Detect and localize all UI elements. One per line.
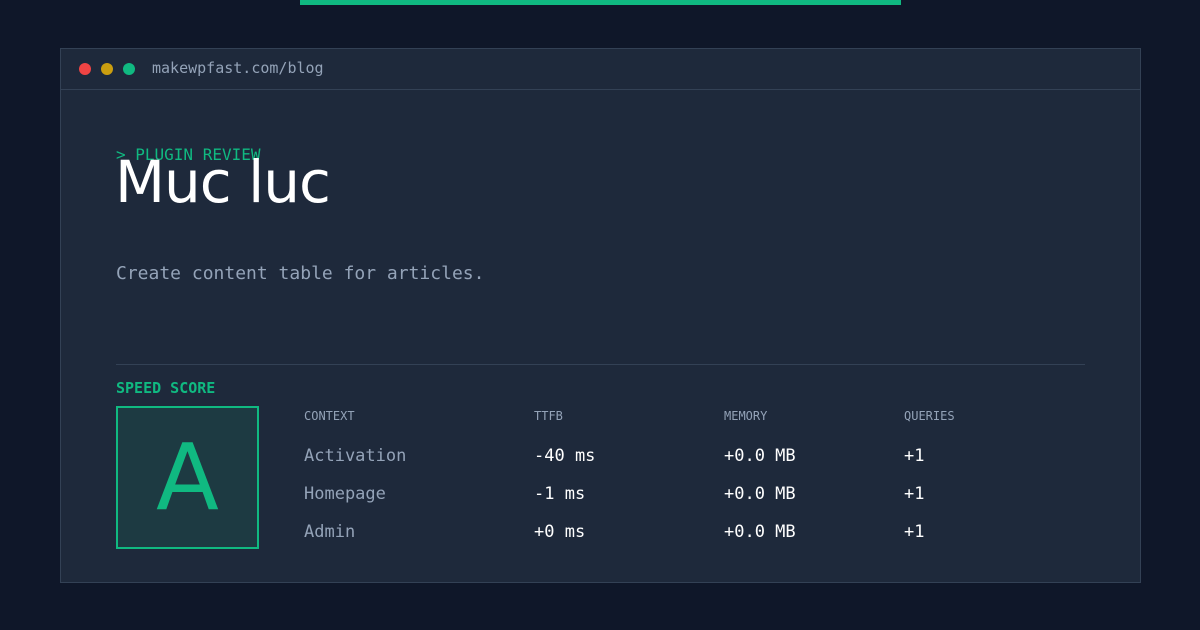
row-queries-cell: +1 (904, 484, 925, 504)
row-ttfb-cell: -1 ms (534, 484, 586, 504)
row-context-cell: Admin (304, 522, 356, 542)
row-ttfb-cell: -40 ms (534, 446, 596, 466)
section-divider (116, 364, 1085, 365)
column-header-queries: QUERIES (904, 409, 955, 423)
row-memory-cell: +0.0 MB (724, 522, 796, 542)
row-queries-cell: +1 (904, 522, 925, 542)
address-url: makewpfast.com/blog (152, 59, 324, 77)
maximize-dot-icon (123, 63, 135, 75)
row-ttfb-cell: +0 ms (534, 522, 586, 542)
close-dot-icon (79, 63, 91, 75)
browser-window: makewpfast.com/blog > PLUGIN REVIEW Muc … (60, 48, 1141, 583)
column-header-context: CONTEXT (304, 409, 355, 423)
plugin-description: Create content table for articles. (116, 263, 485, 284)
speed-grade-badge: A (116, 406, 259, 549)
row-memory-cell: +0.0 MB (724, 484, 796, 504)
page-title: Muc luc (115, 148, 331, 216)
window-titlebar: makewpfast.com/blog (61, 49, 1140, 90)
row-context-cell: Homepage (304, 484, 386, 504)
row-context-cell: Activation (304, 446, 407, 466)
row-queries-cell: +1 (904, 446, 925, 466)
column-header-memory: MEMORY (724, 409, 768, 423)
speed-score-label: SPEED SCORE (116, 379, 216, 397)
row-memory-cell: +0.0 MB (724, 446, 796, 466)
minimize-dot-icon (101, 63, 113, 75)
speed-grade-letter: A (156, 424, 219, 531)
top-accent-bar (300, 0, 901, 5)
column-header-ttfb: TTFB (534, 409, 563, 423)
